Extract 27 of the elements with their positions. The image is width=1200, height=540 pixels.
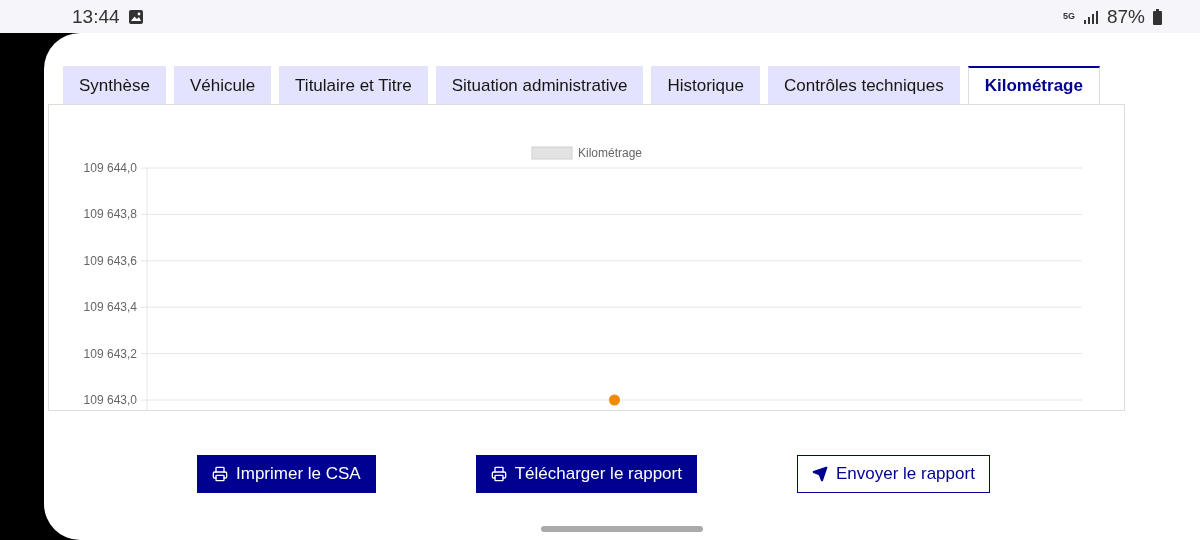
y-tick-label: 109 643,8 bbox=[83, 207, 137, 222]
battery-level: 87% bbox=[1106, 5, 1145, 28]
clock: 13:44 bbox=[72, 5, 120, 28]
image-icon bbox=[127, 8, 144, 25]
tab[interactable]: Véhicule bbox=[173, 66, 272, 104]
home-indicator[interactable] bbox=[541, 526, 703, 532]
chart-legend[interactable]: Kilométrage bbox=[531, 146, 643, 160]
y-tick-label: 109 643,2 bbox=[83, 346, 137, 361]
tab[interactable]: Kilométrage bbox=[967, 66, 1100, 104]
printer-icon bbox=[490, 466, 507, 482]
printer-icon bbox=[212, 466, 228, 482]
tab[interactable]: Titulaire et Titre bbox=[279, 66, 428, 104]
y-tick-label: 109 643,0 bbox=[83, 393, 137, 407]
battery-icon bbox=[1153, 8, 1162, 25]
tab[interactable]: Historique bbox=[651, 66, 760, 104]
y-tick-label: 109 643,4 bbox=[83, 300, 137, 315]
y-tick-label: 109 644,0 bbox=[83, 161, 137, 175]
action-button[interactable]: Envoyer le rapport bbox=[796, 455, 990, 493]
network-type: 5G bbox=[1062, 12, 1075, 21]
y-tick-label: 109 643,6 bbox=[83, 253, 137, 268]
tab[interactable]: Synthèse bbox=[63, 66, 166, 104]
signal-icon bbox=[1082, 9, 1099, 24]
tab[interactable]: Situation administrative bbox=[435, 66, 644, 104]
tab[interactable]: Contrôles techniques bbox=[767, 66, 960, 104]
action-button[interactable]: Imprimer le CSA bbox=[197, 455, 376, 493]
send-icon bbox=[811, 466, 828, 482]
action-button[interactable]: Télécharger le rapport bbox=[475, 455, 697, 493]
